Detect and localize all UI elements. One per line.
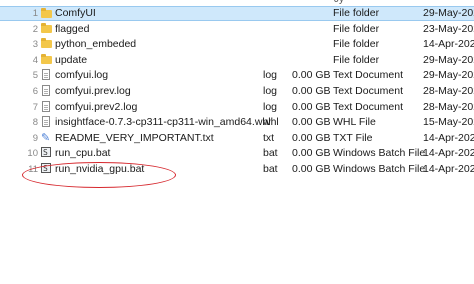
folder-icon xyxy=(41,22,52,37)
row-number: 8 xyxy=(32,117,38,129)
file-name: run_nvidia_gpu.bat xyxy=(55,163,145,175)
file-date: 28-May-2024 xyxy=(423,85,474,97)
file-extension: log xyxy=(263,69,278,82)
file-type: Text Document xyxy=(333,100,404,113)
batch-file-icon xyxy=(41,161,52,177)
folder-icon xyxy=(41,37,52,52)
file-type: File folder xyxy=(333,22,380,35)
file-date: 14-Apr-2024 xyxy=(423,163,474,175)
row-number: 1 xyxy=(32,8,38,19)
file-name: insightface-0.7.3-cp311-cp311-win_amd64.… xyxy=(55,116,271,129)
file-row[interactable]: 2 flagged File folder 23-May-2024 xyxy=(0,22,474,37)
file-size: 0.00 GB xyxy=(292,69,331,82)
file-type: Windows Batch File xyxy=(333,147,426,160)
folder-icon xyxy=(41,53,52,68)
file-type: File folder xyxy=(333,38,380,51)
file-extension: bat xyxy=(263,163,278,175)
file-name: README_VERY_IMPORTANT.txt xyxy=(55,131,214,144)
file-extension: whl xyxy=(263,116,279,129)
file-row[interactable]: 7 comfyui.prev2.log log 0.00 GB Text Documen… xyxy=(0,100,474,115)
file-size: 0.00 GB xyxy=(292,85,331,97)
document-icon xyxy=(41,84,52,99)
file-row[interactable]: 5 comfyui.log log 0.00 GB Text Document 29-Ma… xyxy=(0,68,474,83)
file-size: 0.00 GB xyxy=(292,147,331,160)
file-name: run_cpu.bat xyxy=(55,147,111,160)
file-size: 0.00 GB xyxy=(292,163,331,175)
row-number: 5 xyxy=(32,70,38,82)
document-icon xyxy=(41,115,52,130)
file-size: 0.00 GB xyxy=(292,100,331,113)
file-extension: bat xyxy=(263,147,278,160)
file-date: 28-May-2024 xyxy=(423,100,474,113)
file-row[interactable]: 10 run_cpu.bat bat 0.00 GBWindows Batch Fil… xyxy=(0,145,474,161)
file-row[interactable]: 6 comfyui.prev.log log 0.00 GB Text Document… xyxy=(0,84,474,99)
file-type: Windows Batch File xyxy=(333,163,426,175)
row-number: 7 xyxy=(32,101,38,113)
document-icon xyxy=(41,68,52,83)
file-extension: log xyxy=(263,100,278,113)
file-date: 14-Apr-2024 xyxy=(423,38,474,51)
row-number: 2 xyxy=(32,23,38,35)
file-name: flagged xyxy=(55,22,90,35)
file-type: WHL File xyxy=(333,116,376,129)
file-name: comfyui.prev2.log xyxy=(55,100,138,113)
row-number: 10 xyxy=(27,148,38,160)
file-row[interactable]: 1 ComfyUI File folder 29-May-2024 xyxy=(0,6,474,21)
file-date: 14-Apr-2024 xyxy=(423,147,474,160)
file-name: python_embeded xyxy=(55,38,137,51)
row-number: 3 xyxy=(32,39,38,51)
header-fragment-text: Jy xyxy=(334,0,344,5)
document-icon xyxy=(41,100,52,115)
file-row[interactable]: 3 python_embeded File folder 14-Apr-2024 xyxy=(0,37,474,52)
file-row[interactable]: 11 run_nvidia_gpu.bat bat 0.00 GBWindows Ba… xyxy=(0,161,474,177)
file-type: File folder xyxy=(333,7,380,19)
file-date: 15-May-2024 xyxy=(423,116,474,129)
file-size: 0.00 GB xyxy=(292,116,331,129)
text-file-icon: ✎ xyxy=(41,131,51,144)
file-date: 29-May-2024 xyxy=(423,7,474,19)
file-date: 29-May-2024 xyxy=(423,53,474,66)
file-type: Text Document xyxy=(333,85,404,97)
file-size: 0.00 GB xyxy=(292,131,331,144)
folder-icon xyxy=(41,7,52,22)
row-number: 6 xyxy=(32,86,38,97)
file-name: comfyui.log xyxy=(55,69,109,82)
file-date: 29-May-2024 xyxy=(423,69,474,82)
row-number: 11 xyxy=(28,164,38,175)
file-type: TXT File xyxy=(333,131,373,144)
file-row[interactable]: 8 insightface-0.7.3-cp311-cp311-win_amd64… xyxy=(0,115,474,130)
file-date: 14-Apr-2024 xyxy=(423,131,474,144)
file-row[interactable]: 9 ✎ README_VERY_IMPORTANT.txt txt 0.00 GB TXT… xyxy=(0,131,474,146)
file-extension: txt xyxy=(263,131,275,144)
file-name: ComfyUI xyxy=(55,7,96,19)
file-date: 23-May-2024 xyxy=(423,22,474,35)
file-type: Text Document xyxy=(333,69,404,82)
file-type: File folder xyxy=(333,53,380,66)
file-name: update xyxy=(55,53,88,66)
row-number: 4 xyxy=(32,54,38,66)
file-extension: log xyxy=(263,85,278,97)
file-row[interactable]: 4 update File folder 29-May-2024 xyxy=(0,53,474,68)
row-number: 9 xyxy=(32,132,38,144)
file-name: comfyui.prev.log xyxy=(55,85,131,97)
batch-file-icon xyxy=(41,145,52,161)
